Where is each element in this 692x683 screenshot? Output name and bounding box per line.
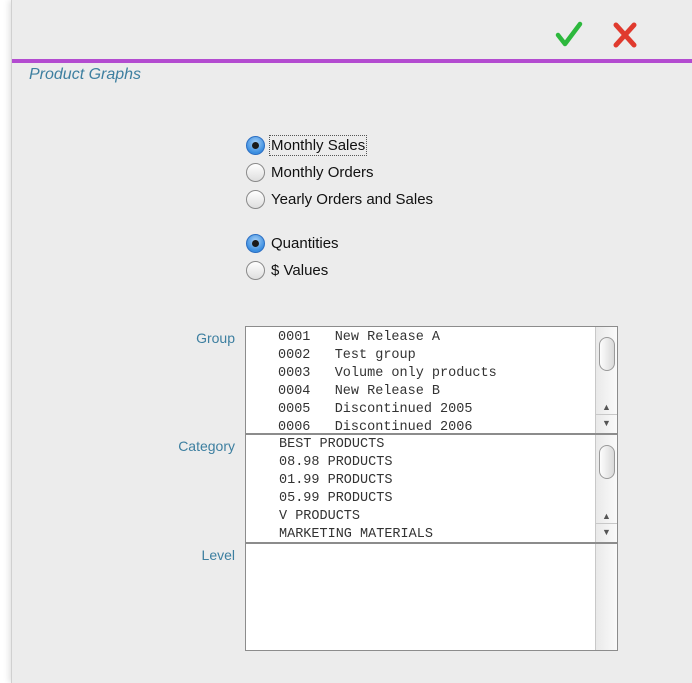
radio-label: Yearly Orders and Sales: [271, 191, 434, 208]
radio-label: Monthly Orders: [271, 164, 374, 181]
level-listbox[interactable]: [245, 543, 618, 651]
list-item[interactable]: MARKETING MATERIALS: [246, 526, 595, 542]
list-item[interactable]: 05.99 PRODUCTS: [246, 490, 595, 508]
radio-label: Quantities: [271, 235, 339, 252]
list-item[interactable]: 0002 Test group: [246, 347, 595, 365]
measure-radio-group: Quantities $ Values: [246, 230, 339, 284]
header-divider: [12, 59, 692, 63]
list-item[interactable]: 0004 New Release B: [246, 383, 595, 401]
radio-quantities[interactable]: Quantities: [246, 230, 339, 257]
radio-button-selected[interactable]: [246, 234, 265, 253]
toolbar: [12, 0, 692, 60]
radio-button[interactable]: [246, 163, 265, 182]
scroll-down-arrow-icon[interactable]: ▼: [596, 414, 617, 431]
scroll-up-arrow-icon[interactable]: ▲: [596, 508, 617, 524]
radio-button[interactable]: [246, 190, 265, 209]
radio-yearly-orders-and-sales[interactable]: Yearly Orders and Sales: [246, 186, 433, 213]
graph-type-radio-group: Monthly Sales Monthly Orders Yearly Orde…: [246, 132, 433, 213]
group-list-rows: 0001 New Release A 0002 Test group 0003 …: [246, 329, 595, 433]
close-icon: [613, 22, 637, 48]
list-item[interactable]: 0006 Discontinued 2006: [246, 419, 595, 433]
group-listbox[interactable]: 0001 New Release A 0002 Test group 0003 …: [245, 326, 618, 434]
group-scrollbar[interactable]: ▲ ▼: [595, 327, 617, 433]
product-graphs-window: Product Graphs Monthly Sales Monthly Ord…: [11, 0, 692, 683]
category-label: Category: [178, 438, 235, 454]
list-item[interactable]: 0003 Volume only products: [246, 365, 595, 383]
radio-dollar-values[interactable]: $ Values: [246, 257, 339, 284]
list-item[interactable]: 0001 New Release A: [246, 329, 595, 347]
category-listbox[interactable]: BEST PRODUCTS 08.98 PRODUCTS 01.99 PRODU…: [245, 434, 618, 543]
checkmark-icon: [555, 21, 583, 47]
list-item[interactable]: BEST PRODUCTS: [246, 436, 595, 454]
radio-label: Monthly Sales: [268, 135, 368, 156]
page-title: Product Graphs: [29, 66, 142, 83]
list-item[interactable]: V PRODUCTS: [246, 508, 595, 526]
list-item[interactable]: 0005 Discontinued 2005: [246, 401, 595, 419]
radio-button[interactable]: [246, 261, 265, 280]
radio-monthly-sales[interactable]: Monthly Sales: [246, 132, 433, 159]
radio-button-selected[interactable]: [246, 136, 265, 155]
scroll-thumb[interactable]: [599, 445, 615, 479]
scroll-down-arrow-icon[interactable]: ▼: [596, 523, 617, 540]
level-scrollbar[interactable]: [595, 544, 617, 650]
scroll-thumb[interactable]: [599, 337, 615, 371]
category-list-rows: BEST PRODUCTS 08.98 PRODUCTS 01.99 PRODU…: [246, 436, 595, 542]
group-label: Group: [196, 330, 235, 346]
radio-label: $ Values: [271, 262, 329, 279]
level-label: Level: [201, 547, 235, 563]
scroll-up-arrow-icon[interactable]: ▲: [596, 399, 617, 415]
radio-monthly-orders[interactable]: Monthly Orders: [246, 159, 433, 186]
ok-button[interactable]: [552, 18, 586, 52]
category-scrollbar[interactable]: ▲ ▼: [595, 435, 617, 542]
level-list-rows: [246, 544, 595, 650]
list-item[interactable]: 01.99 PRODUCTS: [246, 472, 595, 490]
list-item[interactable]: 08.98 PRODUCTS: [246, 454, 595, 472]
cancel-button[interactable]: [608, 18, 642, 52]
